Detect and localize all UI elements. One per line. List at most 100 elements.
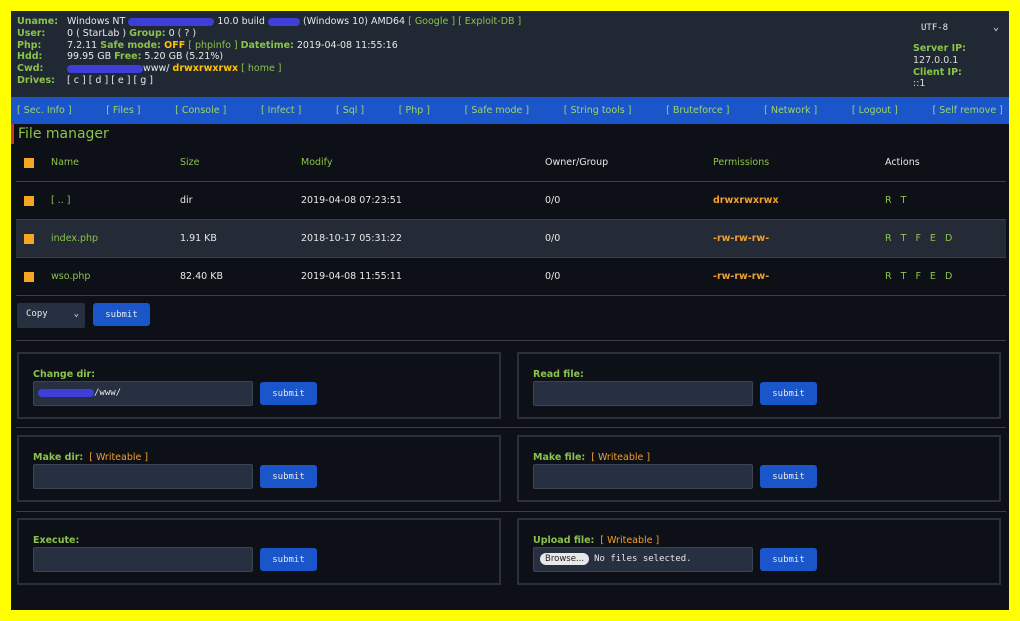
col-owner: Owner/Group xyxy=(545,157,609,168)
menu-console[interactable]: [ Console ] xyxy=(175,105,226,116)
make-dir-submit[interactable]: submit xyxy=(260,465,317,488)
file-size: dir xyxy=(180,195,193,206)
table-header: Name Size Modify Owner/Group Permissions… xyxy=(16,144,1006,182)
table-row: [ .. ] dir 2019-04-08 07:23:51 0/0 drwxr… xyxy=(16,182,1006,220)
file-owner: 0/0 xyxy=(545,195,561,206)
drives-label: Drives: xyxy=(17,74,55,86)
menu-php[interactable]: [ Php ] xyxy=(399,105,430,116)
menu-sql[interactable]: [ Sql ] xyxy=(336,105,364,116)
redacted-block xyxy=(67,64,143,73)
upload-file-panel: Upload file:[ Writeable ] Browse... No fi… xyxy=(517,518,1001,585)
divider xyxy=(16,340,1006,341)
read-file-label: Read file: xyxy=(533,369,584,380)
read-file-input[interactable] xyxy=(533,381,753,406)
row-checkbox[interactable] xyxy=(24,195,34,206)
hdd-value: 99.95 GB Free: 5.20 GB (5.21%) xyxy=(67,51,224,63)
home-link[interactable]: [ home ] xyxy=(238,63,281,74)
make-dir-label: Make dir:[ Writeable ] xyxy=(33,452,149,463)
col-name[interactable]: Name xyxy=(51,157,79,168)
writeable-badge: [ Writeable ] xyxy=(591,452,651,463)
file-name-link[interactable]: wso.php xyxy=(51,271,90,282)
divider xyxy=(16,511,1006,512)
writeable-badge: [ Writeable ] xyxy=(600,535,660,546)
cwd-value: www/ drwxrwxrwx [ home ] xyxy=(67,63,521,75)
upload-file-input[interactable]: Browse... No files selected. xyxy=(533,547,753,572)
charset-select[interactable]: UTF-8 ⌄ xyxy=(911,19,1003,41)
file-permissions[interactable]: drwxrwxrwx xyxy=(713,195,779,206)
bulk-action-select[interactable]: Copy ⌄ xyxy=(17,303,85,328)
client-ip-label: Client IP: xyxy=(913,66,962,78)
execute-submit[interactable]: submit xyxy=(260,548,317,571)
menu-logout[interactable]: [ Logout ] xyxy=(852,105,898,116)
shell-window: Uname: Windows NT 10.0 build (Windows 10… xyxy=(11,11,1009,610)
file-name-link[interactable]: [ .. ] xyxy=(51,195,71,206)
make-dir-input[interactable] xyxy=(33,464,253,489)
file-modified: 2018-10-17 05:31:22 xyxy=(301,233,402,244)
server-info: Server IP: 127.0.0.1 Client IP: ::1 xyxy=(913,43,966,90)
make-file-label: Make file:[ Writeable ] xyxy=(533,452,651,463)
make-dir-panel: Make dir:[ Writeable ] submit xyxy=(17,435,501,502)
file-size: 1.91 KB xyxy=(180,233,217,244)
upload-submit[interactable]: submit xyxy=(760,548,817,571)
col-modify[interactable]: Modify xyxy=(301,157,332,168)
table-row: wso.php 82.40 KB 2019-04-08 11:55:11 0/0… xyxy=(16,258,1006,296)
file-manager-title: File manager xyxy=(11,124,1009,144)
col-size[interactable]: Size xyxy=(180,157,200,168)
file-actions[interactable]: R T F E D xyxy=(885,271,955,282)
menu-files[interactable]: [ Files ] xyxy=(106,105,140,116)
menu-string-tools[interactable]: [ String tools ] xyxy=(564,105,632,116)
php-label: Php: xyxy=(17,39,42,51)
main-menu: [ Sec. Info ] [ Files ] [ Console ] [ In… xyxy=(11,97,1009,124)
google-link[interactable]: [ Google ] xyxy=(408,16,455,27)
col-permissions[interactable]: Permissions xyxy=(713,157,769,168)
row-checkbox[interactable] xyxy=(24,271,34,282)
cwd-permissions: drwxrwxrwx xyxy=(172,63,239,75)
drives-links[interactable]: [ c ] [ d ] [ e ] [ g ] xyxy=(67,75,521,87)
system-info-table: Uname: Windows NT 10.0 build (Windows 10… xyxy=(17,16,521,87)
redacted-block xyxy=(128,17,215,26)
menu-network[interactable]: [ Network ] xyxy=(764,105,817,116)
file-size: 82.40 KB xyxy=(180,271,223,282)
user-label: User: xyxy=(17,27,46,39)
user-value: 0 ( StarLab ) Group: 0 ( ? ) xyxy=(67,27,197,39)
col-actions: Actions xyxy=(885,157,920,168)
file-name-link[interactable]: index.php xyxy=(51,233,98,244)
menu-self-remove[interactable]: [ Self remove ] xyxy=(932,105,1002,116)
redacted-block xyxy=(267,17,300,26)
select-all-checkbox[interactable] xyxy=(24,157,34,168)
php-value: 7.2.11 Safe mode: OFF [ phpinfo ] Dateti… xyxy=(67,39,398,51)
server-ip-value: 127.0.0.1 xyxy=(913,54,959,66)
bulk-submit-button[interactable]: submit xyxy=(93,303,150,326)
chevron-down-icon: ⌄ xyxy=(992,22,999,33)
change-dir-input[interactable]: /www/ xyxy=(33,381,253,406)
change-dir-submit[interactable]: submit xyxy=(260,382,317,405)
upload-file-label: Upload file:[ Writeable ] xyxy=(533,535,660,546)
menu-sec-info[interactable]: [ Sec. Info ] xyxy=(17,105,72,116)
phpinfo-link[interactable]: [ phpinfo ] xyxy=(185,40,240,51)
browse-button[interactable]: Browse... xyxy=(540,553,590,565)
read-file-submit[interactable]: submit xyxy=(760,382,817,405)
file-modified: 2019-04-08 11:55:11 xyxy=(301,271,402,282)
uname-value: Windows NT 10.0 build (Windows 10) AMD64… xyxy=(67,16,522,27)
execute-label: Execute: xyxy=(33,535,80,546)
make-file-submit[interactable]: submit xyxy=(760,465,817,488)
uname-label: Uname: xyxy=(17,16,59,27)
cwd-label: Cwd: xyxy=(17,63,44,75)
change-dir-label: Change dir: xyxy=(33,369,96,380)
file-permissions[interactable]: -rw-rw-rw- xyxy=(713,233,769,244)
menu-safe-mode[interactable]: [ Safe mode ] xyxy=(465,105,529,116)
file-actions[interactable]: R T F E D xyxy=(885,233,955,244)
file-actions[interactable]: R T xyxy=(885,195,909,206)
exploitdb-link[interactable]: [ Exploit-DB ] xyxy=(458,16,521,27)
menu-bruteforce[interactable]: [ Bruteforce ] xyxy=(666,105,729,116)
table-row: index.php 1.91 KB 2018-10-17 05:31:22 0/… xyxy=(16,220,1006,258)
make-file-panel: Make file:[ Writeable ] submit xyxy=(517,435,1001,502)
execute-input[interactable] xyxy=(33,547,253,572)
file-owner: 0/0 xyxy=(545,233,561,244)
menu-infect[interactable]: [ Infect ] xyxy=(261,105,301,116)
row-checkbox[interactable] xyxy=(24,233,34,244)
read-file-panel: Read file: submit xyxy=(517,352,1001,419)
make-file-input[interactable] xyxy=(533,464,753,489)
file-permissions[interactable]: -rw-rw-rw- xyxy=(713,271,769,282)
divider xyxy=(16,427,1006,428)
